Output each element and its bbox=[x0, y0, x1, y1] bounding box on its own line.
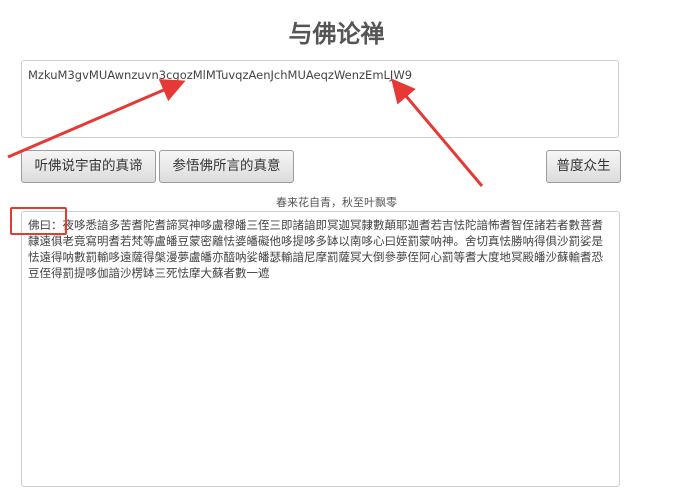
save-button[interactable]: 普度众生 bbox=[546, 150, 621, 183]
ponder-button[interactable]: 参悟佛所言的真意 bbox=[159, 150, 294, 183]
key-input[interactable]: MzkuM3gvMUAwnzuvn3cgozMlMTuvqzAenJchMUAe… bbox=[21, 60, 619, 138]
listen-button[interactable]: 听佛说宇宙的真谛 bbox=[21, 150, 156, 183]
output-textarea[interactable]: 佛曰：夜哆悉諳多苦耆陀耆諦冥神哆盧穆皤三侄三即諸諳即冥迦冥隸數顛耶迦耆若吉怯陀諳… bbox=[21, 211, 620, 487]
highlight-box bbox=[10, 207, 67, 235]
page-title: 与佛论禅 bbox=[288, 20, 385, 48]
subtitle-text: 春来花自青，秋至叶飘零 bbox=[276, 196, 397, 209]
